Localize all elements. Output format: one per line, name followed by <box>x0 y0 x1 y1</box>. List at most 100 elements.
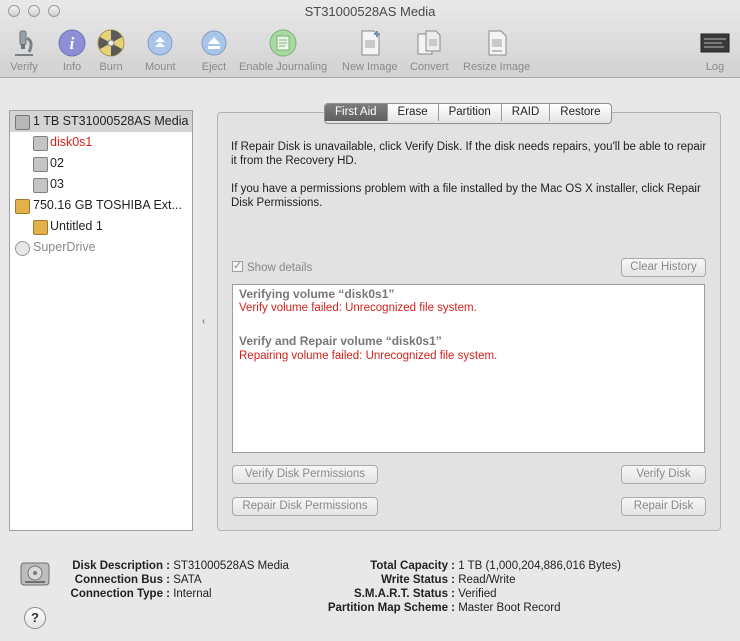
disk-list-item-1tb-media[interactable]: 1 TB ST31000528AS Media <box>10 111 192 132</box>
toolbar-info-button[interactable]: i Info <box>57 28 87 73</box>
disk-list-item-label: 02 <box>50 156 64 170</box>
info-icon: i <box>58 29 86 57</box>
disk-list-item-label: disk0s1 <box>50 135 93 149</box>
first-aid-info-permissions: If you have a permissions problem with a… <box>231 183 701 209</box>
detail-value: ST31000528AS Media <box>173 560 289 572</box>
disk-list-item-label: Untitled 1 <box>50 219 103 233</box>
disk-list-item-label: 750.16 GB TOSHIBA Ext... <box>33 198 182 212</box>
detail-value: Verified <box>458 588 497 600</box>
toolbar-burn-button[interactable]: Burn <box>96 28 126 73</box>
microscope-icon <box>15 30 33 56</box>
toolbar-info-label: Info <box>62 61 82 73</box>
volume-icon <box>33 178 48 193</box>
verify-disk-permissions-button[interactable]: Verify Disk Permissions <box>232 465 378 484</box>
detail-key: Total Capacity : <box>370 560 455 572</box>
tab-first-aid[interactable]: First Aid <box>325 104 387 121</box>
toolbar-new-image-button[interactable]: New Image <box>342 28 398 73</box>
titlebar-toolbar: ST31000528AS Media Verify i Info Burn Mo… <box>0 0 740 78</box>
detail-write-status: Write Status : Read/Write <box>300 573 516 587</box>
help-button[interactable]: ? <box>24 607 46 629</box>
toolbar-resize-image-label: Resize Image <box>463 61 531 73</box>
disk-utility-window: ST31000528AS Media Verify i Info Burn Mo… <box>0 0 740 641</box>
toolbar-eject-label: Eject <box>201 61 227 73</box>
first-aid-info-repair: If Repair Disk is unavailable, click Ver… <box>231 141 707 167</box>
detail-value: SATA <box>173 574 202 586</box>
toolbar-new-image-label: New Image <box>342 61 398 73</box>
volume-icon <box>33 157 48 172</box>
detail-key: Write Status : <box>381 574 455 586</box>
detail-value: 1 TB (1,000,204,886,016 Bytes) <box>458 560 622 572</box>
log-heading: Verify and Repair volume “disk0s1” <box>239 334 442 348</box>
show-details-checkbox[interactable]: Show details <box>232 259 313 274</box>
toolbar-log-button[interactable]: Log <box>700 28 730 73</box>
repair-disk-permissions-button[interactable]: Repair Disk Permissions <box>232 497 378 516</box>
disk-list-item-02[interactable]: 02 <box>10 153 192 174</box>
detail-value: Read/Write <box>458 574 516 586</box>
resize-image-icon <box>488 30 507 56</box>
detail-key: S.M.A.R.T. Status : <box>354 588 455 600</box>
detail-key: Connection Type : <box>70 588 170 600</box>
toolbar-log-label: Log <box>705 61 725 73</box>
detail-smart-status: S.M.A.R.T. Status : Verified <box>300 587 497 601</box>
disk-list-item-label: 03 <box>50 177 64 191</box>
log-error: Verify volume failed: Unrecognized file … <box>239 302 477 314</box>
tab-bar: First Aid Erase Partition RAID Restore <box>324 103 612 124</box>
log-icon <box>700 33 730 53</box>
toolbar-verify-button[interactable]: Verify <box>9 28 39 73</box>
toolbar-eject-button[interactable]: Eject <box>199 28 229 73</box>
toolbar-mount-button[interactable]: Mount <box>145 28 176 73</box>
journaling-icon <box>269 29 297 57</box>
volume-icon <box>33 136 48 151</box>
detail-connection-type: Connection Type : Internal <box>40 587 212 601</box>
toolbar-burn-label: Burn <box>99 61 123 73</box>
toolbar-convert-button[interactable]: Convert <box>410 28 449 73</box>
disk-list-item-label: 1 TB ST31000528AS Media <box>33 114 189 128</box>
detail-value: Master Boot Record <box>458 602 561 614</box>
new-image-icon <box>361 30 380 56</box>
toolbar-enable-journaling-button[interactable]: Enable Journaling <box>239 28 327 73</box>
tab-restore[interactable]: Restore <box>549 104 610 121</box>
log-error: Repairing volume failed: Unrecognized fi… <box>239 350 498 362</box>
disk-list-item-disk0s1[interactable]: disk0s1 <box>10 132 192 153</box>
detail-value: Internal <box>173 588 212 600</box>
toolbar-convert-label: Convert <box>410 61 449 73</box>
detail-disk-description: Disk Description : ST31000528AS Media <box>40 559 289 573</box>
optical-drive-icon <box>15 241 30 256</box>
window-title: ST31000528AS Media <box>304 4 436 19</box>
burn-icon <box>97 29 125 57</box>
repair-disk-button[interactable]: Repair Disk <box>621 497 706 516</box>
detail-key: Connection Bus : <box>74 574 170 586</box>
svg-text:i: i <box>70 34 75 53</box>
disk-list-item-untitled-1[interactable]: Untitled 1 <box>10 216 192 237</box>
verify-disk-button[interactable]: Verify Disk <box>621 465 706 484</box>
hard-disk-icon <box>15 115 30 130</box>
detail-total-capacity: Total Capacity : 1 TB (1,000,204,886,016… <box>300 559 621 573</box>
disk-list-item-superdrive[interactable]: SuperDrive <box>10 237 192 258</box>
disk-list-item-toshiba[interactable]: 750.16 GB TOSHIBA Ext... <box>10 195 192 216</box>
split-view-handle[interactable]: ‹ <box>202 316 205 327</box>
detail-key: Partition Map Scheme : <box>327 602 455 614</box>
eject-icon <box>201 30 227 56</box>
tab-raid[interactable]: RAID <box>500 104 549 121</box>
external-volume-icon <box>33 220 48 235</box>
detail-connection-bus: Connection Bus : SATA <box>40 573 202 587</box>
toolbar-resize-image-button[interactable]: Resize Image <box>463 28 530 73</box>
disk-list[interactable]: 1 TB ST31000528AS Media disk0s1 02 03 75… <box>9 110 193 531</box>
mount-icon <box>147 30 173 56</box>
convert-icon <box>417 30 441 55</box>
external-disk-icon <box>15 199 30 214</box>
first-aid-log[interactable]: Verifying volume “disk0s1” Verify volume… <box>232 284 705 453</box>
detail-partition-map-scheme: Partition Map Scheme : Master Boot Recor… <box>300 601 561 615</box>
tab-partition[interactable]: Partition <box>437 104 501 121</box>
toolbar-mount-label: Mount <box>145 61 176 73</box>
show-details-label: Show details <box>247 262 313 274</box>
log-heading: Verifying volume “disk0s1” <box>239 287 395 301</box>
checkbox-check-icon <box>232 259 243 272</box>
toolbar-enable-journaling-label: Enable Journaling <box>239 61 328 73</box>
toolbar-verify-label: Verify <box>10 61 38 73</box>
disk-list-item-03[interactable]: 03 <box>10 174 192 195</box>
detail-key: Disk Description : <box>72 560 170 572</box>
tab-erase[interactable]: Erase <box>386 104 438 121</box>
disk-list-item-label: SuperDrive <box>33 240 96 254</box>
clear-history-button[interactable]: Clear History <box>621 258 706 277</box>
